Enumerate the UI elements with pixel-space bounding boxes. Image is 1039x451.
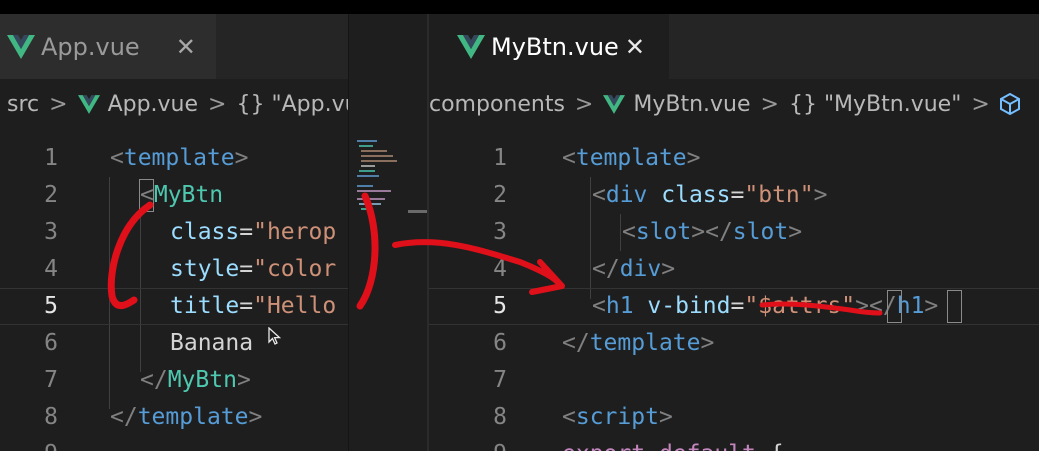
code-content: style="color xyxy=(170,256,337,282)
line-number: 5 xyxy=(493,293,507,319)
breadcrumb-separator: > xyxy=(49,91,68,117)
code-line[interactable]: 3 <slot></slot> xyxy=(429,214,1039,251)
vue-logo-icon xyxy=(7,34,35,59)
line-number: 8 xyxy=(493,404,507,430)
code-line[interactable]: 4 </div> xyxy=(429,251,1039,288)
left-editor-pane: App.vue ✕ ··· src > App.vue > {} "App.vu… xyxy=(0,14,428,451)
right-code-editor[interactable]: 1 <template> 2 <div class="btn"> 3 <slot></sl… xyxy=(429,126,1039,451)
breadcrumb-file[interactable]: MyBtn.vue xyxy=(633,92,750,117)
line-number: 7 xyxy=(493,367,507,393)
code-content: class="herop xyxy=(170,219,337,245)
breadcrumb-folder[interactable]: src xyxy=(7,92,39,117)
code-content: <div class="btn"> xyxy=(592,182,828,208)
close-icon[interactable]: ✕ xyxy=(625,33,645,61)
code-content: <template> xyxy=(562,145,701,171)
vue-logo-icon xyxy=(457,34,485,59)
code-content: title="Hello xyxy=(170,293,337,319)
code-content: <slot></slot> xyxy=(622,219,803,245)
close-icon[interactable]: ✕ xyxy=(176,33,196,61)
code-content: </div> xyxy=(592,256,676,282)
code-content: Banana xyxy=(170,330,254,356)
tab-label: App.vue xyxy=(41,32,140,61)
line-number: 2 xyxy=(44,182,58,208)
code-content: export default { xyxy=(562,436,784,451)
breadcrumb: src > App.vue > {} "App.vue" xyxy=(0,86,382,122)
line-number: 4 xyxy=(493,256,507,282)
line-number: 2 xyxy=(493,182,507,208)
line-number: 4 xyxy=(44,256,58,282)
bracket-match-highlight xyxy=(947,290,962,323)
line-number: 6 xyxy=(493,330,507,356)
scrollbar-cursor-marker xyxy=(408,210,428,213)
code-line[interactable]: 7 xyxy=(429,362,1039,399)
breadcrumb: components > MyBtn.vue > {} "MyBtn.vue" … xyxy=(429,86,1020,122)
line-number: 9 xyxy=(0,436,58,451)
line-number: 8 xyxy=(44,404,58,430)
mouse-cursor-icon xyxy=(268,327,282,345)
line-number: 5 xyxy=(44,293,58,319)
code-line[interactable]: 6 </template> xyxy=(429,325,1039,362)
line-number: 3 xyxy=(493,219,507,245)
line-number: 3 xyxy=(44,219,58,245)
code-line[interactable]: 2 <div class="btn"> xyxy=(429,177,1039,214)
code-content: </template> xyxy=(562,330,715,356)
breadcrumb-separator: > xyxy=(574,91,594,117)
breadcrumb-separator: > xyxy=(760,91,779,117)
tab-app-vue[interactable]: App.vue ✕ xyxy=(0,14,216,79)
window-top-strip xyxy=(0,0,1039,14)
cube-icon xyxy=(999,93,1020,115)
minimap[interactable] xyxy=(348,14,409,451)
right-tab-bar: MyBtn.vue ✕ xyxy=(429,14,1039,79)
breadcrumb-folder[interactable]: components xyxy=(429,92,565,117)
code-content: </template> xyxy=(110,404,263,430)
breadcrumb-separator: > xyxy=(971,91,990,117)
tab-label: MyBtn.vue xyxy=(491,32,619,61)
code-content: <script> xyxy=(562,404,673,430)
vertical-scrollbar[interactable] xyxy=(408,14,428,451)
tab-mybtn-vue[interactable]: MyBtn.vue ✕ xyxy=(429,14,669,79)
code-content: <template> xyxy=(110,145,249,171)
line-number: 1 xyxy=(493,145,507,171)
breadcrumb-symbol[interactable]: {} "MyBtn.vue" xyxy=(789,92,961,117)
bracket-match-highlight xyxy=(139,179,154,212)
code-content: </MyBtn> xyxy=(140,367,251,393)
line-number: 6 xyxy=(44,330,58,356)
vue-logo-icon xyxy=(603,94,626,114)
breadcrumb-file[interactable]: App.vue xyxy=(108,92,198,117)
code-line[interactable]: 8 <script> xyxy=(429,399,1039,436)
bracket-match-highlight xyxy=(887,290,902,323)
code-line[interactable]: 9 export default { xyxy=(429,436,1039,451)
vue-logo-icon xyxy=(77,94,100,114)
line-number: 7 xyxy=(44,367,58,393)
breadcrumb-separator: > xyxy=(208,91,227,117)
line-number: 1 xyxy=(44,145,58,171)
right-editor-pane: MyBtn.vue ✕ components > MyBtn.vue > {} … xyxy=(429,14,1039,451)
line-number: 9 xyxy=(449,436,507,451)
code-line[interactable]: 1 <template> xyxy=(429,140,1039,177)
